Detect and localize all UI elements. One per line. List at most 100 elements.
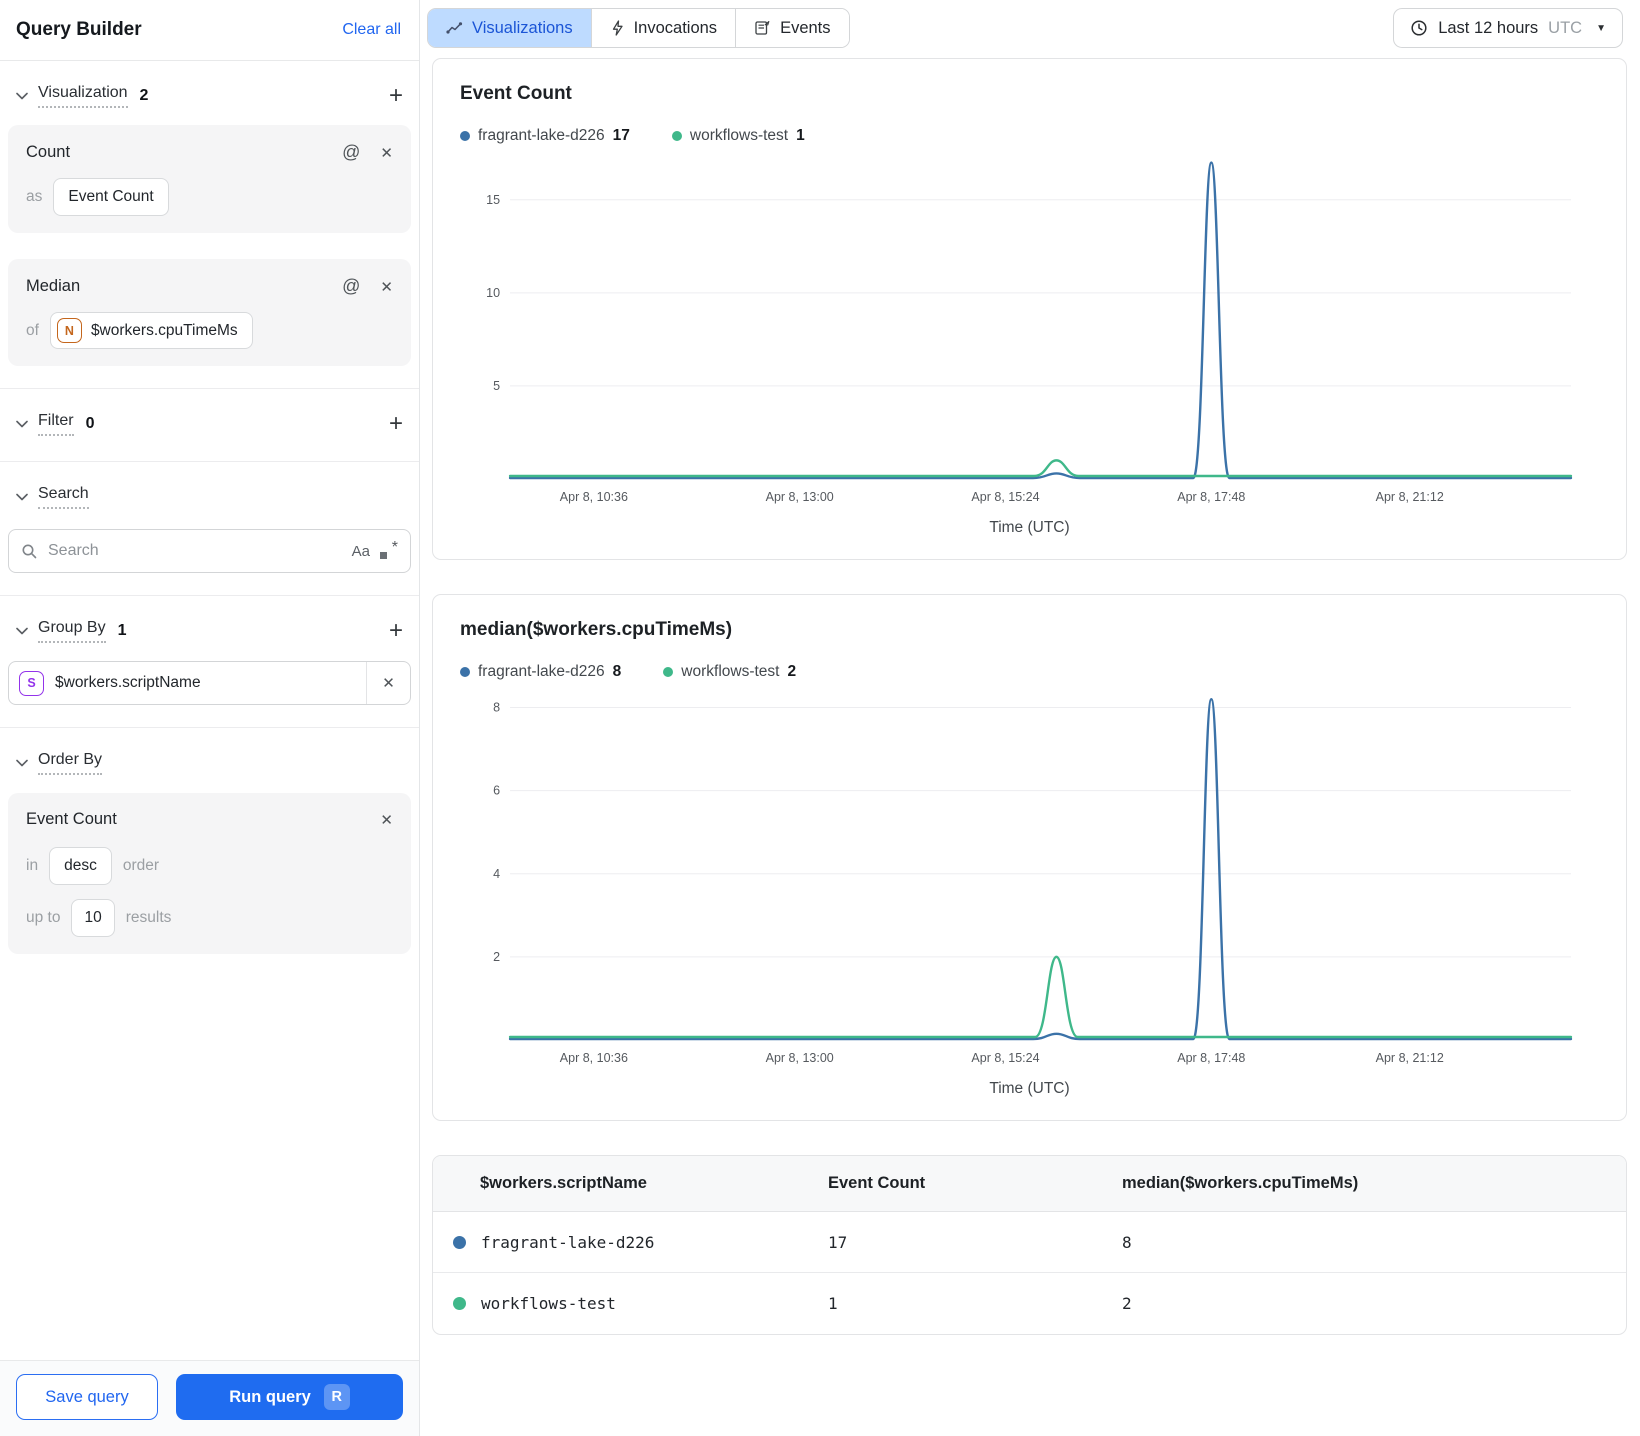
legend-item[interactable]: fragrant-lake-d226 17	[460, 127, 630, 145]
of-label: of	[26, 321, 39, 339]
clear-all-link[interactable]: Clear all	[342, 21, 401, 39]
chevron-down-icon[interactable]	[16, 420, 28, 428]
chevron-down-icon[interactable]	[16, 627, 28, 635]
main-area: Visualizations Invocations Events Last 1…	[420, 0, 1640, 1436]
table-row: fragrant-lake-d226 17 8	[433, 1212, 1626, 1273]
remove-group-by-button[interactable]: ✕	[366, 662, 410, 704]
timezone-label: UTC	[1548, 18, 1583, 37]
at-icon[interactable]: @	[342, 276, 360, 297]
close-icon[interactable]: ✕	[380, 811, 393, 829]
sidebar-body: Visualization 2 + Count @ ✕ as Event Cou…	[0, 61, 419, 1360]
page-title: Query Builder	[16, 19, 142, 40]
section-search: Search	[8, 482, 411, 512]
results-label: results	[125, 909, 172, 926]
result-limit-field[interactable]: 10	[71, 899, 115, 937]
add-filter-button[interactable]: +	[389, 412, 403, 436]
event-count-alias-field[interactable]: Event Count	[53, 178, 169, 216]
search-field-container: Aa *	[8, 529, 411, 573]
lightning-icon	[612, 20, 623, 36]
close-icon[interactable]: ✕	[380, 278, 393, 296]
median-cpu-chart-card: median($workers.cpuTimeMs) fragrant-lake…	[432, 594, 1627, 1121]
event-count-cell: 1	[828, 1294, 838, 1313]
add-visualization-button[interactable]: +	[389, 84, 403, 108]
chevron-down-icon[interactable]	[16, 92, 28, 100]
script-name-cell: workflows-test	[481, 1294, 616, 1313]
close-icon[interactable]: ✕	[380, 144, 393, 162]
x-axis-label: Time (UTC)	[989, 1080, 1070, 1097]
column-header-event-count: Event Count	[828, 1174, 926, 1192]
legend-item[interactable]: fragrant-lake-d226 8	[460, 663, 621, 681]
in-label: in	[26, 857, 39, 874]
event-count-chart-card: Event Count fragrant-lake-d226 17 workfl…	[432, 58, 1627, 560]
event-count-plot[interactable]: 5 10 15 Apr 8, 10:36 Apr 8, 13:00 Apr 8, 15:2…	[460, 157, 1599, 509]
add-group-by-button[interactable]: +	[389, 619, 403, 643]
visualization-count: 2	[139, 87, 149, 104]
visualization-label[interactable]: Visualization	[38, 84, 128, 108]
column-header-script-name: $workers.scriptName	[480, 1174, 647, 1192]
filter-count: 0	[85, 415, 95, 432]
run-query-label: Run query	[229, 1387, 311, 1406]
chevron-down-icon[interactable]	[16, 493, 28, 501]
order-by-label[interactable]: Order By	[38, 751, 103, 775]
legend-item[interactable]: workflows-test 1	[671, 127, 805, 145]
section-filter: Filter 0 +	[8, 409, 411, 439]
svg-text:Apr 8, 21:12: Apr 8, 21:12	[1376, 490, 1444, 504]
filter-label[interactable]: Filter	[38, 412, 74, 436]
query-builder-sidebar: Query Builder Clear all Visualization 2 …	[0, 0, 420, 1436]
svg-text:Apr 8, 15:24: Apr 8, 15:24	[971, 490, 1039, 504]
chart-legend: fragrant-lake-d226 8 workflows-test 2	[460, 663, 1599, 681]
divider	[0, 388, 419, 389]
tab-events[interactable]: Events	[735, 9, 849, 47]
chevron-down-icon[interactable]	[16, 759, 28, 767]
run-query-button[interactable]: Run query R	[176, 1374, 403, 1420]
event-count-cell: 17	[828, 1232, 848, 1252]
tab-label: Visualizations	[472, 18, 573, 37]
visualization-card-count: Count @ ✕ as Event Count	[8, 125, 411, 233]
tab-visualizations[interactable]: Visualizations	[428, 9, 591, 47]
search-input[interactable]	[48, 542, 342, 560]
keyboard-shortcut-badge: R	[323, 1384, 350, 1410]
table-header-row: $workers.scriptName Event Count median($…	[433, 1156, 1626, 1212]
view-tabs: Visualizations Invocations Events	[427, 8, 850, 48]
median-cpu-plot[interactable]: 2 4 6 8 Apr 8, 10:36 Apr 8, 13:00 Apr 8, 15:24…	[460, 693, 1599, 1070]
svg-text:Apr 8, 17:48: Apr 8, 17:48	[1177, 1051, 1245, 1065]
median-cpu-cell: 8	[1122, 1232, 1132, 1252]
search-label[interactable]: Search	[38, 485, 89, 509]
series-dot	[460, 667, 470, 677]
median-field-value: $workers.cpuTimeMs	[90, 321, 238, 339]
sidebar-header: Query Builder Clear all	[0, 0, 419, 61]
match-case-icon[interactable]: Aa	[352, 543, 370, 560]
svg-text:2: 2	[493, 950, 500, 964]
save-query-button[interactable]: Save query	[16, 1374, 158, 1420]
time-range-selector[interactable]: Last 12 hours UTC ▼	[1393, 8, 1623, 48]
chart-legend: fragrant-lake-d226 17 workflows-test 1	[460, 127, 1599, 145]
regex-icon[interactable]: *	[380, 539, 398, 560]
line-chart-icon	[446, 22, 463, 34]
group-by-chip[interactable]: S $workers.scriptName ✕	[8, 661, 411, 705]
section-group-by: Group By 1 +	[8, 616, 411, 646]
median-field-selector[interactable]: N $workers.cpuTimeMs	[49, 312, 253, 349]
svg-text:15: 15	[486, 193, 500, 207]
svg-text:8: 8	[493, 701, 500, 715]
legend-item[interactable]: workflows-test 2	[663, 663, 796, 681]
sidebar-footer: Save query Run query R	[0, 1360, 419, 1436]
order-label: order	[122, 857, 160, 874]
group-by-count: 1	[117, 622, 127, 639]
chart-title: median($workers.cpuTimeMs)	[460, 619, 733, 640]
string-type-icon: S	[19, 670, 44, 696]
svg-text:Apr 8, 10:36: Apr 8, 10:36	[560, 490, 628, 504]
group-by-label[interactable]: Group By	[38, 619, 106, 643]
x-axis-label: Time (UTC)	[989, 519, 1070, 536]
tab-label: Events	[780, 18, 831, 37]
order-by-card: Event Count ✕ in desc order up to 10 res…	[8, 793, 411, 954]
tab-label: Invocations	[633, 18, 718, 37]
series-dot	[453, 1235, 466, 1249]
tab-invocations[interactable]: Invocations	[590, 9, 736, 47]
svg-text:Apr 8, 10:36: Apr 8, 10:36	[560, 1051, 628, 1065]
divider	[0, 727, 419, 728]
svg-text:6: 6	[493, 784, 500, 798]
at-icon[interactable]: @	[342, 142, 360, 163]
sort-direction-selector[interactable]: desc	[49, 847, 112, 885]
number-type-icon: N	[56, 318, 82, 343]
chart-title: Event Count	[460, 83, 572, 104]
